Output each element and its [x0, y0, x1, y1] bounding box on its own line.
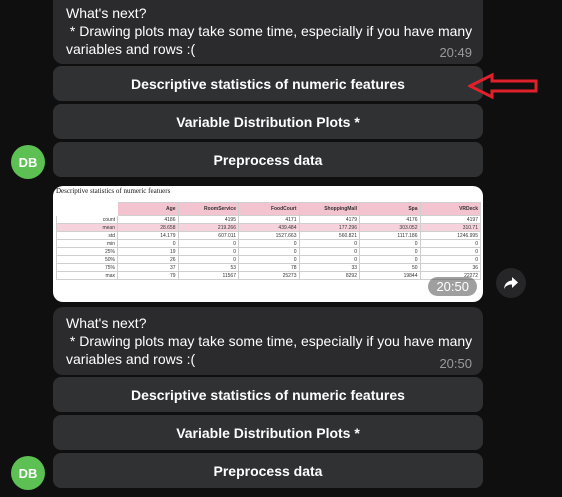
- bot-message-bubble: What's next? * Drawing plots may take so…: [53, 307, 483, 375]
- distribution-plots-button[interactable]: Variable Distribution Plots *: [53, 415, 483, 450]
- message-text: What's next? * Drawing plots may take so…: [66, 315, 473, 367]
- table-cell: 310.71: [419, 223, 481, 232]
- row-label: std: [56, 231, 118, 240]
- table-cell: 0: [298, 239, 360, 248]
- descriptive-stats-button[interactable]: Descriptive statistics of numeric featur…: [53, 377, 483, 412]
- avatar[interactable]: DB: [11, 145, 45, 179]
- message-time: 20:49: [439, 45, 472, 60]
- stats-table: Age RoomService FoodCourt ShoppingMall S…: [56, 202, 481, 280]
- row-label: max: [56, 271, 118, 280]
- row-label: 25%: [56, 247, 118, 256]
- table-cell: 0: [177, 255, 239, 264]
- table-cell: 0: [177, 247, 239, 256]
- table-cell: 1117.186: [359, 231, 421, 240]
- avatar[interactable]: DB: [11, 456, 45, 490]
- table-cell: 0: [359, 239, 421, 248]
- table-cell: 439.484: [238, 223, 300, 232]
- message-time: 20:50: [439, 356, 472, 371]
- table-cell: 25273: [238, 271, 300, 280]
- distribution-plots-button[interactable]: Variable Distribution Plots *: [53, 104, 483, 139]
- image-message[interactable]: Descriptive statistics of numeric featue…: [53, 186, 483, 302]
- table-cell: 0: [298, 247, 360, 256]
- preprocess-data-button[interactable]: Preprocess data: [53, 453, 483, 488]
- table-row: 75% 37 53 78 33 50 36: [56, 263, 481, 272]
- table-cell: 0: [419, 247, 481, 256]
- image-time: 20:50: [428, 277, 477, 296]
- table-cell: 303.052: [359, 223, 421, 232]
- row-label: min: [56, 239, 118, 248]
- table-header-row: Age RoomService FoodCourt ShoppingMall S…: [56, 202, 481, 216]
- table-cell: 4179: [298, 215, 360, 224]
- table-cell: 26: [117, 255, 179, 264]
- table-row: max 79 11567 25273 8292 19844 22272: [56, 271, 481, 280]
- table-row: min 0 0 0 0 0 0: [56, 239, 481, 248]
- table-cell: 0: [238, 239, 300, 248]
- table-row: 25% 19 0 0 0 0 0: [56, 247, 481, 256]
- table-cell: 28.658: [117, 223, 179, 232]
- table-cell: 79: [117, 271, 179, 280]
- table-cell: 0: [177, 239, 239, 248]
- table-cell: 219.266: [177, 223, 239, 232]
- table-cell: 50: [359, 263, 421, 272]
- table-cell: 4171: [238, 215, 300, 224]
- table-cell: 0: [359, 247, 421, 256]
- table-cell: 177.296: [298, 223, 360, 232]
- table-cell: 1246.995: [419, 231, 481, 240]
- table-cell: 560.821: [298, 231, 360, 240]
- column-header: Age: [117, 202, 179, 216]
- column-header: ShoppingMall: [298, 202, 360, 216]
- table-cell: 4176: [359, 215, 421, 224]
- table-cell: 19: [117, 247, 179, 256]
- table-cell: 53: [177, 263, 239, 272]
- table-row: std 14.179 607.011 1527.663 560.821 1117…: [56, 231, 481, 240]
- table-cell: 36: [419, 263, 481, 272]
- share-arrow-icon: [504, 277, 518, 289]
- row-label: 75%: [56, 263, 118, 272]
- table-cell: 0: [419, 239, 481, 248]
- image-title: Descriptive statistics of numeric featue…: [56, 187, 171, 195]
- table-cell: 0: [238, 247, 300, 256]
- table-cell: 78: [238, 263, 300, 272]
- table-cell: 0: [359, 255, 421, 264]
- table-cell: 4186: [117, 215, 179, 224]
- message-text: What's next? * Drawing plots may take so…: [66, 5, 473, 57]
- table-cell: 607.011: [177, 231, 239, 240]
- table-cell: 37: [117, 263, 179, 272]
- preprocess-data-button[interactable]: Preprocess data: [53, 142, 483, 177]
- column-header: Spa: [359, 202, 421, 216]
- table-cell: 0: [238, 255, 300, 264]
- table-row: count 4186 4195 4171 4179 4176 4197: [56, 215, 481, 224]
- bot-message-bubble: What's next? * Drawing plots may take so…: [53, 0, 483, 64]
- row-label: count: [56, 215, 118, 224]
- table-cell: 14.179: [117, 231, 179, 240]
- table-cell: 4195: [177, 215, 239, 224]
- table-cell: 0: [117, 239, 179, 248]
- table-cell: 4197: [419, 215, 481, 224]
- descriptive-stats-button[interactable]: Descriptive statistics of numeric featur…: [53, 66, 483, 101]
- table-cell: 8292: [298, 271, 360, 280]
- row-label: 50%: [56, 255, 118, 264]
- table-cell: 0: [419, 255, 481, 264]
- table-cell: 0: [298, 255, 360, 264]
- column-header: FoodCourt: [238, 202, 300, 216]
- column-header: VRDeck: [419, 202, 481, 216]
- row-label: mean: [56, 223, 118, 232]
- table-row: 50% 26 0 0 0 0 0: [56, 255, 481, 264]
- column-header: RoomService: [177, 202, 239, 216]
- share-button[interactable]: [496, 268, 526, 298]
- table-cell: 33: [298, 263, 360, 272]
- table-cell: 19844: [359, 271, 421, 280]
- red-arrow-icon: [468, 72, 538, 100]
- table-row: mean 28.658 219.266 439.484 177.296 303.…: [56, 223, 481, 232]
- table-cell: 1527.663: [238, 231, 300, 240]
- table-cell: 11567: [177, 271, 239, 280]
